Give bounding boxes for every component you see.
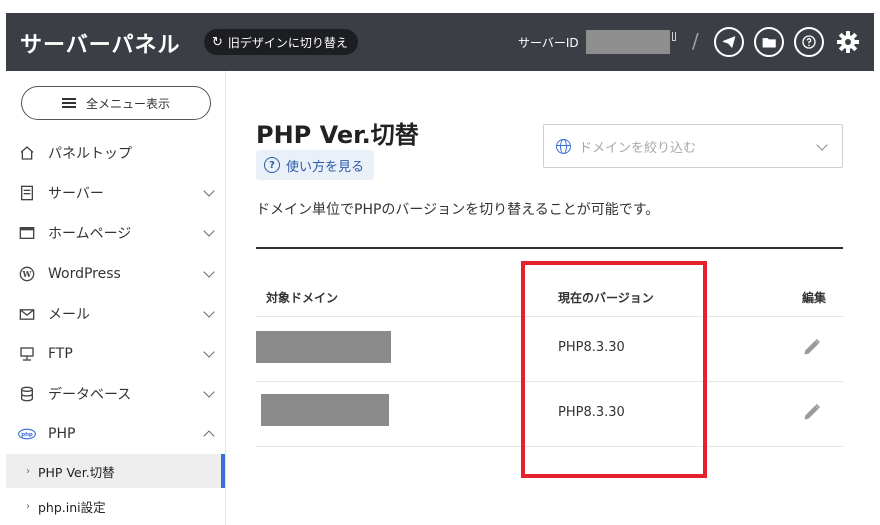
all-menu-button[interactable]: 全メニュー表示 [21,86,211,120]
section-divider [256,247,843,249]
gear-icon[interactable] [836,30,860,54]
old-design-label: 旧デザインに切り替え [227,35,348,50]
server-icon [18,184,36,202]
app-title: サーバーパネル [20,33,181,58]
folder-icon[interactable] [754,27,784,57]
sidebar-item-label: FTP [48,346,73,362]
svg-text:php: php [21,432,33,438]
sidebar-item-panel-top[interactable]: パネルトップ [6,135,225,171]
chevron-right-icon: › [26,500,30,512]
help-icon[interactable] [794,27,824,57]
chevron-down-icon [203,266,215,278]
hamburger-icon [61,98,76,108]
domain-redacted [256,331,391,363]
database-icon [18,385,36,403]
edit-pencil-icon[interactable] [802,402,824,424]
sidebar-item-label: サーバー [48,186,104,202]
highlight-annotation-box [521,261,707,478]
sidebar-item-database[interactable]: データベース [6,376,225,412]
telegram-icon[interactable] [714,27,744,57]
top-header: サーバーパネル ↻ 旧デザインに切り替え サーバーID / [6,13,874,71]
sidebar-item-homepage[interactable]: ホームページ [6,215,225,251]
chevron-down-icon [203,386,215,398]
sidebar-item-wordpress[interactable]: W WordPress [6,256,225,292]
domain-redacted [261,394,389,426]
domain-filter-placeholder: ドメインを絞り込む [579,140,697,156]
php-icon: php [18,425,36,443]
chevron-down-icon [203,346,215,358]
sidebar-item-label: ホームページ [48,226,132,242]
header-separator: / [692,29,699,53]
sidebar-subitem-label: php.ini設定 [38,499,106,515]
sidebar-item-label: WordPress [48,266,121,282]
sidebar-item-ftp[interactable]: FTP [6,336,225,372]
chevron-up-icon [203,430,215,442]
sidebar-item-php[interactable]: php PHP [6,416,225,452]
sidebar-item-mail[interactable]: メール [6,296,225,332]
question-icon: ? [264,157,280,173]
globe-icon [556,138,571,154]
ftp-icon [18,345,36,363]
sidebar-item-server[interactable]: サーバー [6,175,225,211]
server-id-redacted [586,30,670,54]
chevron-right-icon: › [26,465,30,477]
server-id-label: サーバーID [518,36,579,50]
how-to-use-link[interactable]: ? 使い方を見る [256,150,375,180]
sidebar-subitem-label: PHP Ver.切替 [38,464,115,480]
chevron-down-icon [203,225,215,237]
chevron-down-icon [203,306,215,318]
home-icon [18,144,36,162]
sidebar-item-label: パネルトップ [48,146,132,162]
sidebar-subitem-php-version[interactable]: › PHP Ver.切替 [6,454,225,488]
page-description: ドメイン単位でPHPのバージョンを切り替えることが可能です。 [256,202,660,218]
refresh-icon: ↻ [212,34,223,50]
sidebar-item-label: メール [48,307,90,323]
how-to-use-label: 使い方を見る [286,159,365,175]
copy-icon[interactable] [672,32,676,41]
old-design-toggle-button[interactable]: ↻ 旧デザインに切り替え [204,29,358,55]
sidebar-item-label: データベース [48,387,132,403]
domain-filter-select[interactable]: ドメインを絞り込む [543,124,843,168]
sidebar-item-label: PHP [48,426,76,442]
wordpress-icon: W [18,265,36,283]
edit-pencil-icon[interactable] [802,337,824,359]
all-menu-label: 全メニュー表示 [85,96,170,111]
browser-icon [18,224,36,242]
column-header-domain: 対象ドメイン [266,291,339,305]
sidebar: 全メニュー表示 パネルトップ サーバー ホームページ W WordPress メ… [6,71,226,525]
sidebar-subitem-php-ini[interactable]: › php.ini設定 [6,489,225,523]
mail-icon [18,305,36,323]
chevron-down-icon [203,185,215,197]
svg-text:W: W [22,269,33,279]
chevron-down-icon [816,139,828,151]
page-title: PHP Ver.切替 [256,121,419,149]
column-header-edit: 編集 [802,291,827,305]
